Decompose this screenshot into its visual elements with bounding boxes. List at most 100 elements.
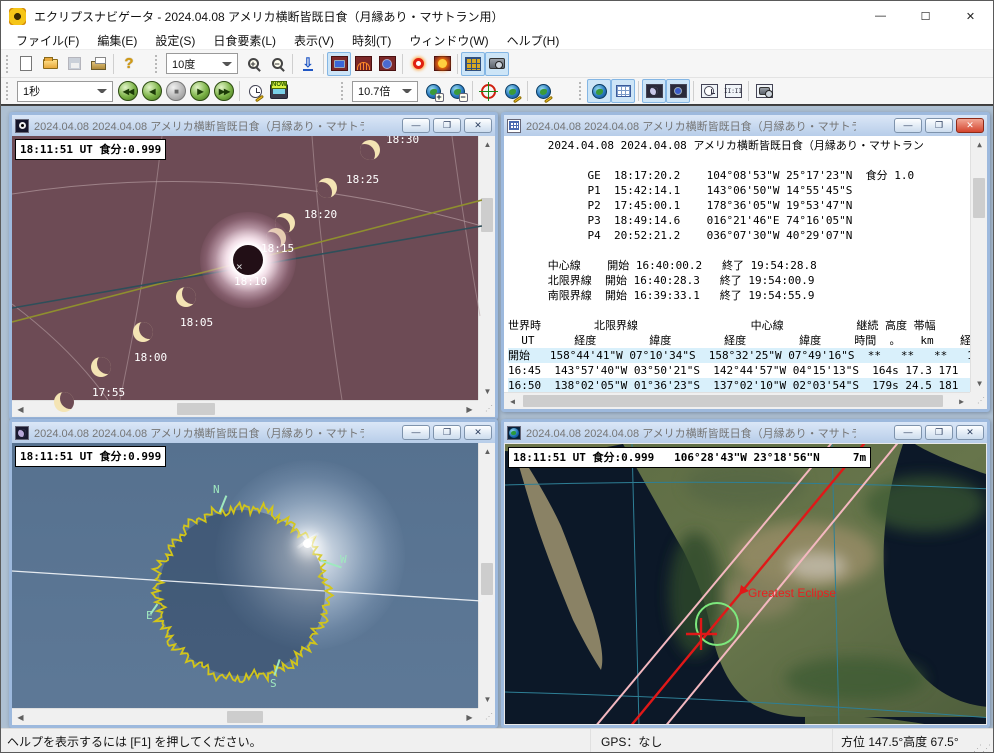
sky-view-window: 2024.04.08 2024.04.08 アメリカ横断皆既日食（月縁あり・マサ…: [9, 112, 498, 420]
open-file-button[interactable]: [38, 52, 62, 76]
child-restore-button[interactable]: ❐: [433, 425, 461, 440]
child-close-button[interactable]: ✕: [956, 425, 984, 440]
data-view-canvas[interactable]: 2024.04.08 2024.04.08 アメリカ横断皆既日食（月縁あり・マサ…: [504, 136, 987, 409]
table-icon: [616, 85, 631, 97]
ephemeris-row: 16:50 138°02'05"W 01°36'23"S 137°02'10"W…: [508, 378, 970, 393]
sun-flash-button[interactable]: [430, 52, 454, 76]
corona-view-canvas[interactable]: N E W S 18:11:51 UT 食分:0.999 ▲ ▼ ◀ ▶: [12, 443, 495, 725]
maximize-button[interactable]: ☐: [903, 1, 948, 31]
menu-item[interactable]: 設定(S): [146, 31, 204, 50]
scroll-left-arrow[interactable]: ◀: [12, 709, 29, 725]
menu-item[interactable]: ヘルプ(H): [498, 31, 569, 50]
fast-forward-button[interactable]: ▶▶: [212, 79, 236, 103]
sky-view-canvas[interactable]: 18:11:51 UT 食分:0.999 × 18:30 18:25 18:20…: [12, 136, 495, 417]
scroll-up-arrow[interactable]: ▲: [971, 136, 987, 153]
horizontal-scrollbar[interactable]: ◀ ▶: [12, 400, 478, 417]
map-zoom-in-button[interactable]: +: [421, 79, 445, 103]
scrollbar-thumb[interactable]: [973, 178, 985, 218]
time-label: 18:30: [386, 136, 419, 146]
menu-item[interactable]: 表示(V): [285, 31, 343, 50]
chevron-down-icon: [402, 89, 412, 97]
show-map-window-button[interactable]: [587, 79, 611, 103]
set-time-now-button[interactable]: NOW: [267, 79, 291, 103]
minimize-button[interactable]: —: [858, 1, 903, 31]
map-zoom-select[interactable]: 10.7倍: [352, 81, 418, 102]
scrollbar-thumb[interactable]: [523, 395, 943, 407]
vertical-scrollbar[interactable]: ▲ ▼: [970, 136, 987, 392]
corona-ring-button[interactable]: [406, 52, 430, 76]
show-clock-window-button[interactable]: [697, 79, 721, 103]
stop-button[interactable]: ■: [164, 79, 188, 103]
child-close-button[interactable]: ✕: [956, 118, 984, 133]
menu-item[interactable]: 編集(E): [88, 31, 146, 50]
zoom-in-button[interactable]: +: [241, 52, 265, 76]
new-file-button[interactable]: [14, 52, 38, 76]
horizontal-scrollbar[interactable]: ◀ ▶: [12, 708, 478, 725]
show-sky-window-button[interactable]: [642, 79, 666, 103]
close-button[interactable]: ✕: [948, 1, 993, 31]
data-window-titlebar[interactable]: 2024.04.08 2024.04.08 アメリカ横断皆既日食（月縁あり・マサ…: [504, 115, 987, 136]
menu-item[interactable]: ファイル(F): [7, 31, 88, 50]
map-zoom-out-button[interactable]: −: [445, 79, 469, 103]
capture-button[interactable]: [485, 52, 509, 76]
child-close-button[interactable]: ✕: [464, 425, 492, 440]
scrollbar-thumb[interactable]: [481, 198, 493, 232]
child-minimize-button[interactable]: —: [894, 118, 922, 133]
time-step-select[interactable]: 1秒: [17, 81, 113, 102]
grid-toggle-button[interactable]: [461, 52, 485, 76]
child-close-button[interactable]: ✕: [464, 118, 492, 133]
menu-item[interactable]: 時刻(T): [343, 31, 400, 50]
view-dome-button[interactable]: [351, 52, 375, 76]
show-data-window-button[interactable]: [611, 79, 635, 103]
map-window-titlebar[interactable]: 2024.04.08 2024.04.08 アメリカ横断皆既日食（月縁あり・マサ…: [504, 422, 987, 443]
scroll-right-arrow[interactable]: ▶: [461, 709, 478, 725]
map-settings-button[interactable]: [500, 79, 524, 103]
resize-grip[interactable]: ⋰: [478, 400, 495, 417]
scrollbar-thumb[interactable]: [227, 711, 263, 723]
help-button[interactable]: ?: [117, 52, 141, 76]
report-line: [508, 153, 970, 168]
scroll-right-arrow[interactable]: ▶: [461, 401, 478, 417]
child-minimize-button[interactable]: —: [894, 425, 922, 440]
sun-crescent-partial: [54, 392, 74, 412]
zoom-out-button[interactable]: −: [265, 52, 289, 76]
resize-grip[interactable]: ⋰: [970, 392, 987, 409]
download-elements-button[interactable]: ⇩: [296, 52, 320, 76]
gps-status: GPS：なし: [591, 729, 833, 753]
view-circle-button[interactable]: [375, 52, 399, 76]
resize-grip[interactable]: ⋰: [478, 708, 495, 725]
step-back-button[interactable]: ◀: [140, 79, 164, 103]
field-of-view-select[interactable]: 10度: [166, 53, 238, 74]
child-restore-button[interactable]: ❐: [925, 118, 953, 133]
time-settings-button[interactable]: [243, 79, 267, 103]
child-restore-button[interactable]: ❐: [433, 118, 461, 133]
play-button[interactable]: ▶: [188, 79, 212, 103]
show-corona-window-button[interactable]: [666, 79, 690, 103]
window-resize-grip[interactable]: ⋰⋰: [973, 743, 991, 753]
child-minimize-button[interactable]: —: [402, 425, 430, 440]
corona-window-titlebar[interactable]: 2024.04.08 2024.04.08 アメリカ横断皆既日食（月縁あり・マサ…: [12, 422, 495, 443]
save-button[interactable]: [62, 52, 86, 76]
fast-rewind-button[interactable]: ◀◀: [116, 79, 140, 103]
horizontal-scrollbar[interactable]: ◀ ▶: [504, 392, 970, 409]
scroll-right-arrow[interactable]: ▶: [953, 393, 970, 409]
map-canvas[interactable]: Greatest Eclipse 18:11:51 UT 食分:0.999 10…: [504, 443, 987, 725]
location-settings-button[interactable]: [531, 79, 555, 103]
screenshot-window-button[interactable]: [752, 79, 776, 103]
menu-item[interactable]: 日食要素(L): [204, 31, 285, 50]
show-timeline-window-button[interactable]: II:II: [721, 79, 745, 103]
menu-item[interactable]: ウィンドウ(W): [400, 31, 497, 50]
status-help-text: ヘルプを表示するには [F1] を押してください。: [1, 729, 591, 753]
view-horizon-button[interactable]: [327, 52, 351, 76]
scroll-left-arrow[interactable]: ◀: [12, 401, 29, 417]
title-bar: エクリプスナビゲータ - 2024.04.08 アメリカ横断皆既日食（月縁あり・…: [1, 1, 993, 31]
sky-window-titlebar[interactable]: 2024.04.08 2024.04.08 アメリカ横断皆既日食（月縁あり・マサ…: [12, 115, 495, 136]
map-center-target-button[interactable]: [476, 79, 500, 103]
scrollbar-thumb[interactable]: [177, 403, 215, 415]
child-minimize-button[interactable]: —: [402, 118, 430, 133]
scroll-left-arrow[interactable]: ◀: [504, 393, 521, 409]
print-button[interactable]: [86, 52, 110, 76]
scrollbar-thumb[interactable]: [481, 563, 493, 595]
child-restore-button[interactable]: ❐: [925, 425, 953, 440]
scroll-down-arrow[interactable]: ▼: [971, 375, 987, 392]
